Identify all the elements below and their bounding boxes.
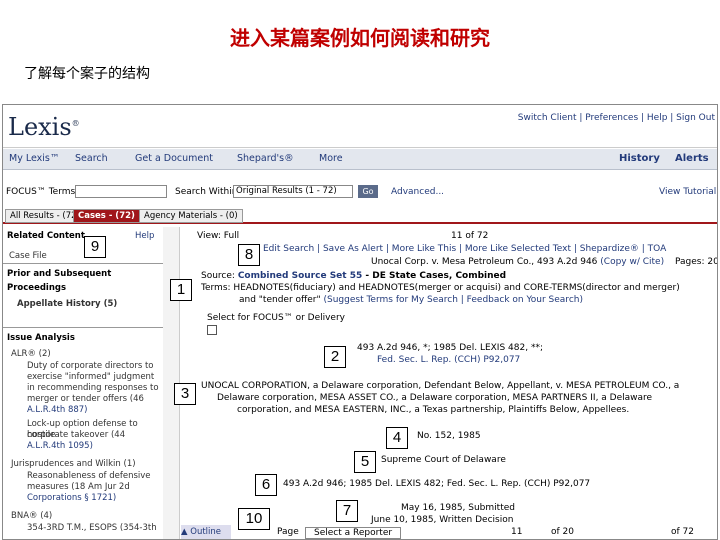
slide-title: 进入某篇案例如何阅读和研究: [230, 26, 490, 50]
alr-item-2b: corporate takeover (44: [27, 430, 126, 440]
callout-6: 6: [255, 474, 277, 496]
appellate-history-link[interactable]: Appellate History (5): [17, 299, 117, 310]
terms-line-2: and "tender offer" (Suggest Terms for My…: [239, 295, 583, 305]
alr-item-1b: exercise "informed" judgment: [27, 372, 155, 382]
result-tabs: All Results - (72) Cases - (72) Agency M…: [3, 208, 717, 224]
search-within-select[interactable]: Original Results (1 - 72): [233, 185, 353, 198]
callout-9: 9: [84, 236, 106, 258]
parties-3: corporation, and MESA EASTERN, INC., a T…: [237, 405, 630, 415]
date-decided: June 10, 1985, Written Decision: [371, 515, 514, 525]
alr-item-1c: in recommending responses to: [27, 383, 159, 393]
bna-heading[interactable]: BNA® (4): [11, 511, 52, 522]
page-number[interactable]: 11: [511, 527, 522, 537]
juris-heading[interactable]: Jurisprudences and Wilkin (1): [11, 459, 136, 470]
juris-item-b: measures (18 Am Jur 2d: [27, 482, 130, 492]
help-link[interactable]: Help: [135, 231, 154, 241]
result-of: of 72: [671, 527, 694, 537]
nav-alerts[interactable]: Alerts: [675, 153, 709, 164]
issue-analysis-heading: Issue Analysis: [7, 333, 75, 343]
view-tutorial-link[interactable]: View Tutorial: [659, 187, 716, 197]
focus-label: FOCUS™ Terms: [6, 187, 76, 197]
juris-item: Reasonableness of defensive: [27, 471, 151, 481]
alr-item-1-cite[interactable]: A.L.R.4th 887): [27, 405, 87, 416]
proceedings-heading: Proceedings: [7, 283, 67, 293]
callout-2: 2: [324, 346, 346, 368]
select-checkbox[interactable]: [207, 325, 217, 335]
related-content-sidebar: Related Content Help Case File Prior and…: [3, 227, 164, 539]
go-button[interactable]: Go: [358, 185, 378, 198]
main-nav: My Lexis™ Search Get a Document Shepard'…: [3, 149, 717, 170]
citation-line-2[interactable]: Fed. Sec. L. Rep. (CCH) P92,077: [377, 355, 520, 365]
select-focus[interactable]: Select for FOCUS™ or Delivery: [207, 313, 345, 323]
terms-line: Terms: HEADNOTES(fiduciary) and HEADNOTE…: [201, 283, 680, 293]
alr-item-1d: merger or tender offers (46: [27, 394, 144, 404]
alr-heading[interactable]: ALR® (2): [11, 349, 51, 360]
pages-count: Pages: 20: [675, 257, 718, 267]
tab-cases[interactable]: Cases - (72): [73, 209, 140, 223]
page-of-results[interactable]: 11 of 72: [451, 231, 488, 241]
focus-terms-input[interactable]: [75, 185, 167, 198]
nav-shepards[interactable]: Shepard's®: [237, 153, 294, 164]
case-file[interactable]: Case File: [9, 251, 47, 262]
full-citation: 493 A.2d 946; 1985 Del. LEXIS 482; Fed. …: [283, 479, 591, 489]
callout-3: 3: [174, 383, 196, 405]
callout-1: 1: [170, 279, 192, 301]
callout-7: 7: [336, 500, 358, 522]
page-of: of 20: [551, 527, 574, 537]
tab-agency-materials[interactable]: Agency Materials - (0): [139, 209, 243, 223]
lexis-screenshot: Lexis® Switch Client | Preferences | Hel…: [2, 104, 718, 540]
alr-item-2-cite[interactable]: A.L.R.4th 1095): [27, 441, 93, 452]
callout-10: 10: [238, 508, 270, 530]
callout-4: 4: [386, 427, 408, 449]
lexis-logo: Lexis®: [8, 113, 80, 141]
citation-line-1: 493 A.2d 946, *; 1985 Del. LEXIS 482, **…: [357, 343, 543, 353]
alr-item-1: Duty of corporate directors to: [27, 361, 154, 371]
parties-2: Delaware corporation, MESA ASSET CO., a …: [217, 393, 653, 403]
view-select[interactable]: View: Full: [197, 231, 239, 241]
reporter-select[interactable]: Select a Reporter: [305, 527, 402, 539]
callout-5: 5: [354, 451, 376, 473]
slide-subtitle: 了解每个案子的结构: [24, 66, 150, 82]
related-content-heading: Related Content: [7, 231, 85, 241]
nav-search[interactable]: Search: [75, 153, 108, 164]
source-line: Source: Combined Source Set 55 - DE Stat…: [201, 271, 507, 281]
court-name: Supreme Court of Delaware: [381, 455, 506, 465]
nav-history[interactable]: History: [619, 153, 660, 164]
prior-heading: Prior and Subsequent: [7, 269, 112, 279]
callout-8: 8: [238, 244, 260, 266]
page-label: Page: [277, 527, 299, 537]
top-links[interactable]: Switch Client | Preferences | Help | Sig…: [518, 113, 715, 123]
case-cite: Unocal Corp. v. Mesa Petroleum Co., 493 …: [371, 257, 665, 267]
bna-item: 354-3RD T.M., ESOPS (354-3th: [27, 523, 157, 533]
date-submitted: May 16, 1985, Submitted: [401, 503, 515, 513]
document-actions[interactable]: Edit Search | Save As Alert | More Like …: [263, 244, 666, 254]
parties-1: UNOCAL CORPORATION, a Delaware corporati…: [201, 381, 680, 391]
docket-number: No. 152, 1985: [417, 431, 481, 441]
nav-more[interactable]: More: [319, 153, 343, 164]
juris-item-cite[interactable]: Corporations § 1721): [27, 493, 116, 504]
advanced-link[interactable]: Advanced...: [391, 187, 444, 197]
focus-search-row: FOCUS™ Terms Search Within Original Resu…: [3, 183, 717, 203]
top-bar: Lexis® Switch Client | Preferences | Hel…: [3, 105, 717, 148]
nav-get-document[interactable]: Get a Document: [135, 153, 213, 164]
nav-my-lexis[interactable]: My Lexis™: [9, 153, 59, 164]
search-within-label: Search Within: [175, 187, 238, 197]
